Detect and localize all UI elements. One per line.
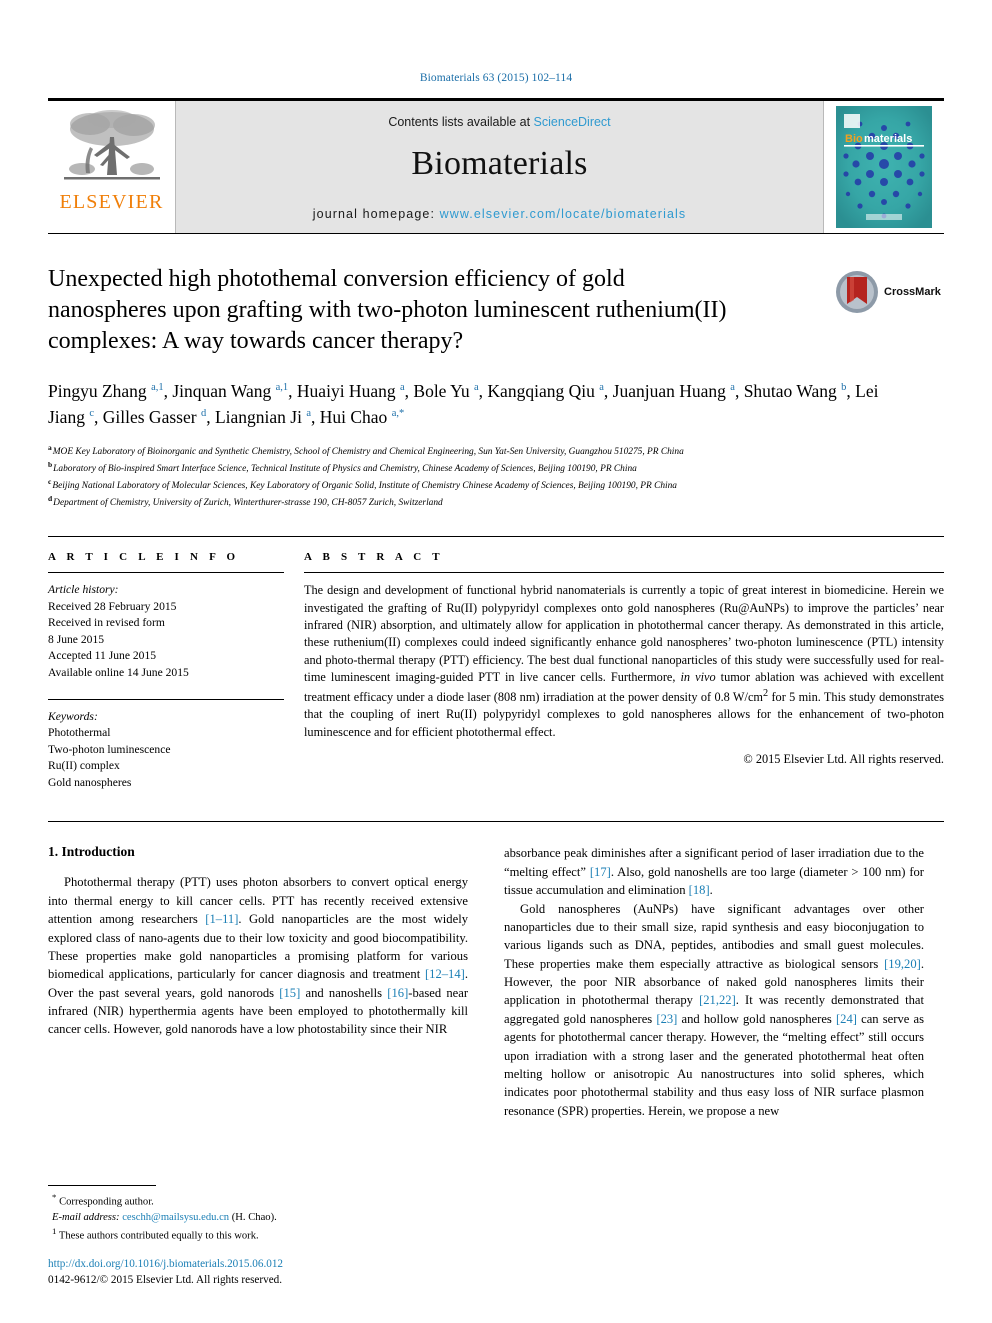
running-head: Biomaterials 63 (2015) 102–114 xyxy=(419,72,573,84)
affiliation-item: dDepartment of Chemistry, University of … xyxy=(48,494,928,510)
journal-title: Biomaterials xyxy=(411,145,588,182)
cover-artwork: Bio materials xyxy=(836,106,932,228)
issn-copyright-line: 0142-9612/© 2015 Elsevier Ltd. All right… xyxy=(48,1274,283,1287)
body-column-right: absorbance peak diminishes after a signi… xyxy=(504,844,924,1120)
keyword-item: Photothermal xyxy=(48,726,111,740)
history-item: Received in revised form xyxy=(48,616,165,630)
affiliation-mark: d xyxy=(48,493,53,503)
article-info-heading: A R T I C L E I N F O xyxy=(48,551,240,564)
abstract-column: A B S T R A C T The design and developme… xyxy=(304,551,944,791)
history-item: Available online 14 June 2015 xyxy=(48,666,189,680)
keyword-item: Ru(II) complex xyxy=(48,759,120,773)
elsevier-logo-box: ELSEVIER xyxy=(48,101,176,233)
footnote-region: * Corresponding author. E-mail address: … xyxy=(48,1185,468,1289)
article-history-label: Article history: xyxy=(48,583,119,597)
section-heading-introduction: 1. Introduction xyxy=(48,844,135,860)
intro-paragraph-right-2: Gold nanospheres (AuNPs) have significan… xyxy=(504,901,924,1118)
info-abstract-region: A R T I C L E I N F O Article history: R… xyxy=(48,536,944,791)
history-item: Received 28 February 2015 xyxy=(48,599,177,613)
author-list: Pingyu Zhang a,1, Jinquan Wang a,1, Huai… xyxy=(48,380,879,428)
journal-homepage-link[interactable]: www.elsevier.com/locate/biomaterials xyxy=(440,207,687,221)
crossmark-badge[interactable]: CrossMark xyxy=(834,266,944,318)
intro-paragraph-right-1: absorbance peak diminishes after a signi… xyxy=(504,846,925,898)
doi-block: http://dx.doi.org/10.1016/j.biomaterials… xyxy=(48,1257,468,1289)
article-info-rule xyxy=(48,572,284,574)
affiliation-mark: a xyxy=(48,442,52,452)
homepage-prefix: journal homepage: xyxy=(312,207,440,221)
abstract-text: The design and development of functional… xyxy=(304,583,944,739)
affiliation-item: aMOE Key Laboratory of Bioinorganic and … xyxy=(48,443,928,459)
footnote-corresponding-author: * Corresponding author. xyxy=(52,1192,154,1208)
journal-center-panel: Contents lists available at ScienceDirec… xyxy=(176,101,823,233)
keyword-item: Gold nanospheres xyxy=(48,775,132,789)
svg-text:materials: materials xyxy=(864,133,912,145)
affiliation-text: Beijing National Laboratory of Molecular… xyxy=(52,480,677,491)
crossmark-label: CrossMark xyxy=(884,286,941,298)
abstract-heading: A B S T R A C T xyxy=(304,551,444,564)
affiliation-mark: c xyxy=(48,476,52,486)
journal-cover-thumbnail: Bio materials xyxy=(836,106,932,228)
article-history-block: Article history: Received 28 February 20… xyxy=(48,582,284,681)
journal-masthead: ELSEVIER Contents lists available at Sci… xyxy=(48,98,944,234)
affiliation-text: Department of Chemistry, University of Z… xyxy=(53,497,443,508)
journal-article-page: Biomaterials 63 (2015) 102–114 ELSEVIER … xyxy=(0,0,992,1323)
crossmark-icon xyxy=(836,271,878,313)
sciencedirect-link[interactable]: ScienceDirect xyxy=(534,115,611,129)
elsevier-wordmark: ELSEVIER xyxy=(59,191,164,213)
affiliation-list: aMOE Key Laboratory of Bioinorganic and … xyxy=(48,443,928,510)
history-item: 8 June 2015 xyxy=(48,632,105,646)
article-info-column: A R T I C L E I N F O Article history: R… xyxy=(48,551,304,791)
keywords-block: Keywords: Photothermal Two-photon lumine… xyxy=(48,709,284,792)
intro-paragraph-left: Photothermal therapy (PTT) uses photon a… xyxy=(48,875,469,1037)
affiliation-text: MOE Key Laboratory of Bioinorganic and S… xyxy=(52,446,684,457)
affiliation-mark: b xyxy=(48,459,53,469)
doi-link[interactable]: http://dx.doi.org/10.1016/j.biomaterials… xyxy=(48,1257,468,1273)
keywords-label: Keywords: xyxy=(48,709,98,723)
abstract-rule xyxy=(304,572,944,574)
title-area: Unexpected high photothemal conversion e… xyxy=(48,264,944,358)
footnote-rule xyxy=(48,1185,156,1187)
contents-lists-line: Contents lists available at ScienceDirec… xyxy=(388,115,610,129)
affiliation-item: cBeijing National Laboratory of Molecula… xyxy=(48,477,928,493)
footnote-email[interactable]: E-mail address: ceschh@mailsysu.edu.cn (… xyxy=(48,1210,468,1225)
contents-prefix: Contents lists available at xyxy=(388,115,534,129)
journal-cover-box: Bio materials xyxy=(823,101,944,233)
affiliation-text: Laboratory of Bio-inspired Smart Interfa… xyxy=(53,463,637,474)
body-region: 1. Introduction Photothermal therapy (PT… xyxy=(48,821,944,1120)
body-column-left: 1. Introduction Photothermal therapy (PT… xyxy=(48,844,468,1120)
article-title: Unexpected high photothemal conversion e… xyxy=(48,266,727,355)
affiliation-item: bLaboratory of Bio-inspired Smart Interf… xyxy=(48,460,928,476)
history-item: Accepted 11 June 2015 xyxy=(48,649,157,663)
journal-homepage-line: journal homepage: www.elsevier.com/locat… xyxy=(313,207,686,221)
abstract-copyright: © 2015 Elsevier Ltd. All rights reserved… xyxy=(743,752,944,767)
svg-text:Bio: Bio xyxy=(845,133,863,145)
keywords-rule xyxy=(48,698,284,700)
keyword-item: Two-photon luminescence xyxy=(48,742,171,756)
elsevier-tree-icon xyxy=(63,110,160,180)
footnote-equal-contribution: 1 These authors contributed equally to t… xyxy=(52,1226,259,1242)
